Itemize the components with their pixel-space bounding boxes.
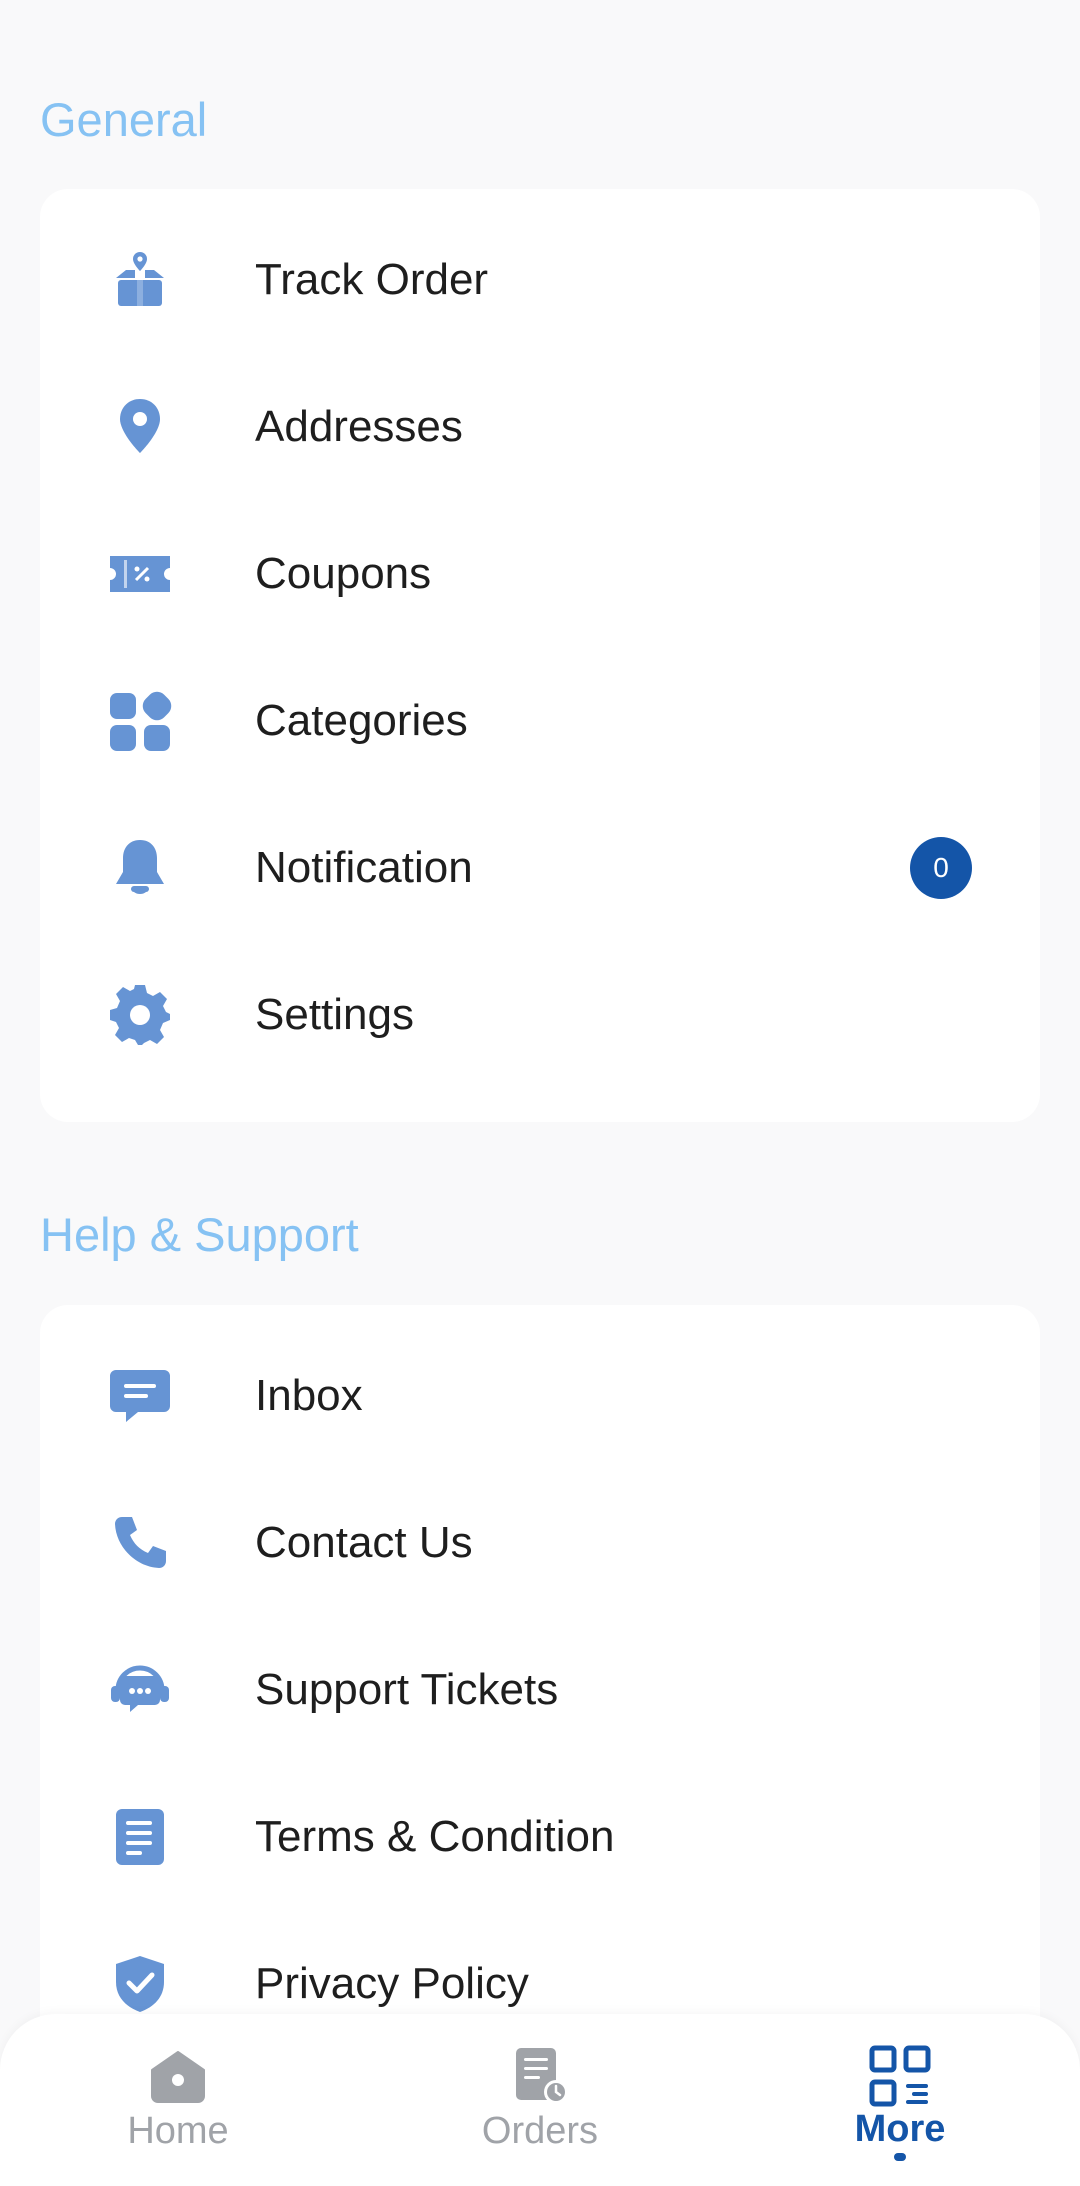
menu-label-track-order: Track Order [255,254,489,304]
menu-item-notification[interactable]: Notification 0 [40,794,1040,941]
support-headset-icon [108,1658,172,1722]
menu-label-addresses: Addresses [255,401,463,451]
more-screen: General Track Order Addresses Coupons Ca… [0,0,1080,2186]
general-card: Track Order Addresses Coupons Categories… [40,189,1040,1122]
nav-orders[interactable]: Orders [410,2014,670,2186]
menu-label-notification: Notification [255,842,473,892]
menu-label-coupons: Coupons [255,548,432,598]
menu-label-categories: Categories [255,695,468,745]
categories-icon [108,689,172,753]
section-title-help-support: Help & Support [40,1208,359,1261]
document-icon [108,1805,172,1869]
nav-home[interactable]: Home [48,2014,308,2186]
phone-icon [108,1511,172,1575]
bell-icon [108,836,172,900]
active-indicator-dot [894,2153,906,2161]
menu-item-contact-us[interactable]: Contact Us [40,1469,1040,1616]
menu-item-support-tickets[interactable]: Support Tickets [40,1616,1040,1763]
menu-item-inbox[interactable]: Inbox [40,1322,1040,1469]
menu-label-terms-condition: Terms & Condition [255,1811,615,1861]
menu-item-track-order[interactable]: Track Order [40,206,1040,353]
nav-label-more: More [854,2108,946,2150]
more-grid-icon [868,2044,932,2108]
chat-icon [108,1364,172,1428]
section-title-general: General [40,93,208,146]
menu-item-addresses[interactable]: Addresses [40,353,1040,500]
nav-label-orders: Orders [481,2110,599,2152]
menu-item-terms-condition[interactable]: Terms & Condition [40,1763,1040,1910]
menu-label-contact-us: Contact Us [255,1517,473,1567]
menu-item-categories[interactable]: Categories [40,647,1040,794]
gear-icon [108,983,172,1047]
menu-label-support-tickets: Support Tickets [255,1664,559,1714]
shield-check-icon [108,1952,172,2016]
location-pin-icon [108,395,172,459]
bottom-navigation-bar: Home Orders More [0,2014,1080,2186]
track-order-icon [108,248,172,312]
nav-more[interactable]: More [770,2014,1030,2186]
nav-label-home: Home [127,2110,229,2152]
orders-icon [508,2044,572,2108]
menu-item-settings[interactable]: Settings [40,941,1040,1088]
menu-label-inbox: Inbox [255,1370,363,1420]
home-icon [146,2044,210,2108]
coupon-icon [108,542,172,606]
menu-label-settings: Settings [255,989,414,1039]
notification-count-badge: 0 [910,836,972,899]
menu-label-privacy-policy: Privacy Policy [255,1958,529,2008]
menu-item-coupons[interactable]: Coupons [40,500,1040,647]
help-support-card: Inbox Contact Us Support Tickets Terms &… [40,1305,1040,2065]
